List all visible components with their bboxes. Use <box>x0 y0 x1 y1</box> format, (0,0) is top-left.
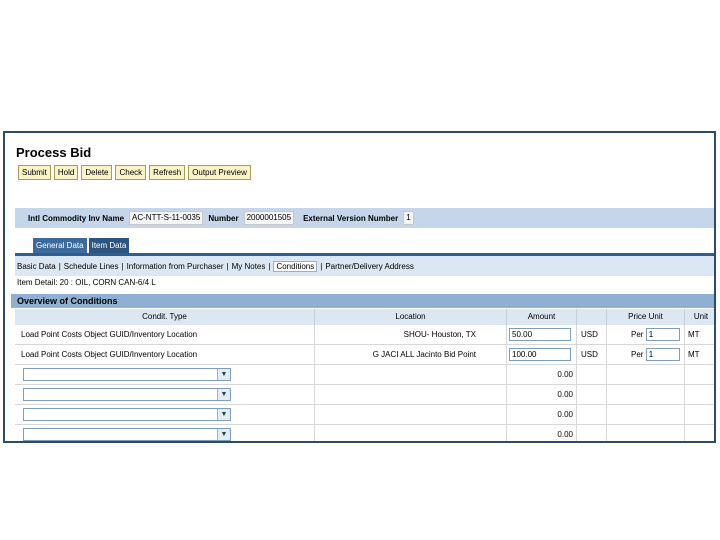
submit-button[interactable]: Submit <box>18 165 51 180</box>
refresh-button[interactable]: Refresh <box>149 165 186 180</box>
empty-row4-price-unit <box>607 425 685 441</box>
empty-row1-amount: 0.00 <box>507 365 577 385</box>
delete-button[interactable]: Delete <box>81 165 113 180</box>
condition-type-dropdown[interactable]: ▼ <box>23 388 231 401</box>
empty-row1-unit <box>685 365 714 385</box>
check-button[interactable]: Check <box>115 165 147 180</box>
condition-type-dropdown[interactable]: ▼ <box>23 428 231 441</box>
subtab-basic-data[interactable]: Basic Data <box>17 262 56 271</box>
subtab-separator: | <box>320 261 323 271</box>
chevron-down-icon[interactable]: ▼ <box>217 409 230 420</box>
empty-row2-unit <box>685 385 714 405</box>
page-title: Process Bid <box>16 145 92 160</box>
row2-location: G JACI ALL Jacinto Bid Point <box>315 345 507 365</box>
row1-unit: MT <box>685 325 714 345</box>
external-version-value: 1 <box>403 211 414 225</box>
condition-type-dropdown[interactable]: ▼ <box>23 368 231 381</box>
row1-price-unit-cell: Per <box>607 325 685 345</box>
empty-row1-price-unit <box>607 365 685 385</box>
empty-row1-currency <box>577 365 607 385</box>
empty-row4-location <box>315 425 507 441</box>
item-subtabs: Basic Data | Schedule Lines | Informatio… <box>15 256 714 276</box>
toolbar: Submit Hold Delete Check Refresh Output … <box>18 165 251 180</box>
col-header-currency <box>577 309 607 325</box>
empty-row4-type-cell: ▼ <box>15 425 315 441</box>
empty-row1-location <box>315 365 507 385</box>
empty-row1-type-cell: ▼ <box>15 365 315 385</box>
empty-row3-currency <box>577 405 607 425</box>
empty-row3-type-cell: ▼ <box>15 405 315 425</box>
row2-amount-cell <box>507 345 577 365</box>
row2-price-unit-cell: Per <box>607 345 685 365</box>
tab-general-data[interactable]: General Data <box>33 238 87 253</box>
empty-row4-unit <box>685 425 714 441</box>
subtab-separator: | <box>121 261 124 271</box>
row2-price-unit-input[interactable] <box>645 348 680 362</box>
output-preview-button[interactable]: Output Preview <box>188 165 251 180</box>
subtab-partner-delivery-address[interactable]: Partner/Delivery Address <box>325 262 413 271</box>
empty-row3-unit <box>685 405 714 425</box>
chevron-down-icon[interactable]: ▼ <box>217 369 230 380</box>
col-header-condition-type[interactable]: Condit. Type <box>15 309 315 325</box>
subtab-separator: | <box>226 261 229 271</box>
empty-row4-amount: 0.00 <box>507 425 577 441</box>
empty-row2-currency <box>577 385 607 405</box>
col-header-location[interactable]: Location <box>315 309 507 325</box>
col-header-unit[interactable]: Unit <box>685 309 714 325</box>
empty-row3-amount: 0.00 <box>507 405 577 425</box>
main-tabs: General Data Item Data <box>33 238 130 253</box>
empty-row2-type-cell: ▼ <box>15 385 315 405</box>
empty-row2-location <box>315 385 507 405</box>
hold-button[interactable]: Hold <box>53 165 79 180</box>
number-label: Number <box>208 213 239 223</box>
row2-condition-type: Load Point Costs Object GUID/Inventory L… <box>15 345 315 365</box>
chevron-down-icon[interactable]: ▼ <box>217 429 230 440</box>
subtab-separator: | <box>58 261 61 271</box>
inv-name-label: Intl Commodity Inv Name <box>28 213 125 223</box>
row1-amount-cell <box>507 325 577 345</box>
row2-amount-input[interactable] <box>509 348 571 362</box>
row2-per-label: Per <box>631 350 644 359</box>
subtab-separator: | <box>268 261 271 271</box>
empty-row3-price-unit <box>607 405 685 425</box>
section-title: Overview of Conditions <box>11 294 714 308</box>
empty-row2-amount: 0.00 <box>507 385 577 405</box>
row2-unit: MT <box>685 345 714 365</box>
item-detail: Item Detail: 20 : OIL, CORN CAN-6/4 L <box>17 278 156 287</box>
row1-amount-input[interactable] <box>509 328 571 342</box>
bid-header-bar: Intl Commodity Inv Name AC-NTT-S-11-0035… <box>15 208 714 228</box>
row2-currency: USD <box>577 345 607 365</box>
row1-price-unit-input[interactable] <box>645 328 680 342</box>
number-value: 2000001505 <box>243 211 295 225</box>
empty-row2-price-unit <box>607 385 685 405</box>
row1-location: SHOU- Houston, TX <box>315 325 507 345</box>
condition-type-dropdown[interactable]: ▼ <box>23 408 231 421</box>
col-header-price-unit[interactable]: Price Unit <box>607 309 685 325</box>
subtab-schedule-lines[interactable]: Schedule Lines <box>64 262 119 271</box>
row1-condition-type: Load Point Costs Object GUID/Inventory L… <box>15 325 315 345</box>
empty-row3-location <box>315 405 507 425</box>
subtab-conditions[interactable]: Conditions <box>273 260 318 272</box>
empty-row4-currency <box>577 425 607 441</box>
tab-item-data[interactable]: Item Data <box>88 238 130 253</box>
col-header-amount[interactable]: Amount <box>507 309 577 325</box>
subtab-information-from-purchaser[interactable]: Information from Purchaser <box>127 262 224 271</box>
inv-name-value: AC-NTT-S-11-0035 <box>129 211 204 225</box>
chevron-down-icon[interactable]: ▼ <box>217 389 230 400</box>
external-version-label: External Version Number <box>303 213 399 223</box>
row1-currency: USD <box>577 325 607 345</box>
row1-per-label: Per <box>631 330 644 339</box>
process-bid-window: Process Bid Submit Hold Delete Check Ref… <box>3 131 716 443</box>
subtab-my-notes[interactable]: My Notes <box>232 262 266 271</box>
